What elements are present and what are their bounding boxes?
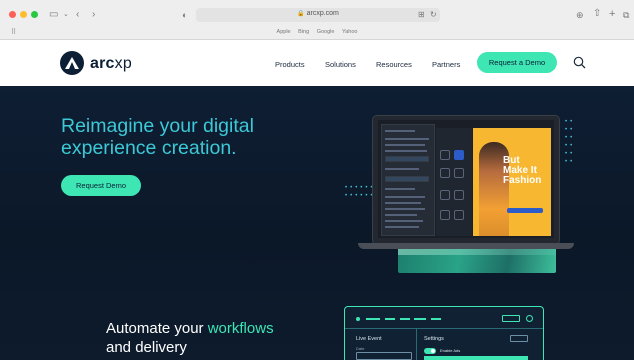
ui-rect-icon [502,315,520,322]
panel-line [385,150,427,152]
address-bar[interactable]: 🔒 arcxp.com [196,8,440,22]
panel-line [385,138,429,140]
widget-chip [440,210,450,220]
panel-field [385,156,429,162]
nav-resources[interactable]: Resources [376,60,412,69]
panel-line [385,202,421,204]
widget-chip [454,168,464,178]
logo-suffix: xp [114,55,132,72]
download-icon[interactable]: ⊕ [576,10,584,20]
fashion-promo-preview: But Make It Fashion [473,128,551,236]
lock-icon: 🔒 [297,11,305,17]
back-icon[interactable]: ‹ [76,10,79,20]
tab-overview-icon[interactable]: ⧉ [623,10,629,20]
panel-line [385,168,419,170]
ui-circle-icon [526,315,533,322]
live-event-label: Live Event [356,336,382,342]
ui-vertical-divider [416,329,417,360]
privacy-shield-icon[interactable]: ◐ [182,10,187,20]
close-window-button[interactable] [9,11,16,18]
widget-chip-selected [454,150,464,160]
ui-dot [356,317,360,321]
share-icon[interactable]: ⇧ [593,9,601,19]
ui-highlight-bar [424,356,528,360]
reader-icon[interactable]: ⊞ [418,10,425,20]
chevron-down-icon[interactable]: ⌄ [63,10,69,20]
panel-line [385,226,419,228]
panel-line [385,208,425,210]
nav-partners[interactable]: Partners [432,60,460,69]
ui-dash [431,318,441,320]
date-label: Date [356,346,365,351]
laptop-base [358,243,574,249]
sidebar-toggle-icon[interactable]: ▭ [49,10,58,20]
panel-line [385,130,415,132]
settings-label: Settings [424,336,444,342]
favorites-bar: Apple Bing Google Yahoo [0,29,634,35]
forward-icon[interactable]: › [92,10,95,20]
section-title: Automate your workflows and delivery [106,319,274,357]
url-text: arcxp.com [306,10,339,17]
ui-dash [366,318,380,320]
request-demo-hero-button[interactable]: Request Demo [61,175,141,196]
panel-field [385,176,429,182]
section-title-part-1: Automate your [106,320,208,337]
nav-solutions[interactable]: Solutions [325,60,356,69]
settings-box [510,335,528,342]
ui-dash [414,318,426,320]
hero-title: Reimagine your digital experience creati… [61,115,254,159]
ui-dash [385,318,395,320]
favorite-google[interactable]: Google [317,29,335,35]
promo-headline: But Make It Fashion [503,156,541,186]
logo-prefix: arc [90,55,115,72]
widget-chip [454,190,464,200]
nav-products[interactable]: Products [275,60,305,69]
favorite-yahoo[interactable]: Yahoo [342,29,358,35]
panel-line [385,144,425,146]
panel-line [385,220,423,222]
widget-chip [454,210,464,220]
logo-icon[interactable] [60,51,84,75]
decorative-dots-right: •• •• •• •• •• •• [565,119,576,165]
panel-line [385,196,425,198]
ui-dash [400,318,410,320]
request-demo-nav-button[interactable]: Request a Demo [477,52,557,73]
promo-line-3: Fashion [503,175,542,186]
panel-line [385,214,417,216]
widget-chip [440,190,450,200]
widget-chip [440,150,450,160]
widget-chip [440,168,450,178]
minimize-window-button[interactable] [20,11,27,18]
toggle-label: Enable Ads [440,348,461,353]
panel-line [385,188,415,190]
reload-icon[interactable]: ↻ [430,10,437,20]
new-tab-icon[interactable]: + [609,9,615,20]
favorite-apple[interactable]: Apple [277,29,291,35]
section-title-part-2: and delivery [106,339,187,356]
logo-wordmark[interactable]: arcxp [90,55,132,73]
promo-button [507,208,543,213]
section-title-accent: workflows [207,320,274,337]
favorite-bing[interactable]: Bing [298,29,309,35]
date-field [356,352,412,360]
search-icon[interactable] [573,56,586,74]
zoom-window-button[interactable] [31,11,38,18]
toggle-switch [424,348,436,354]
ui-divider [345,328,543,329]
